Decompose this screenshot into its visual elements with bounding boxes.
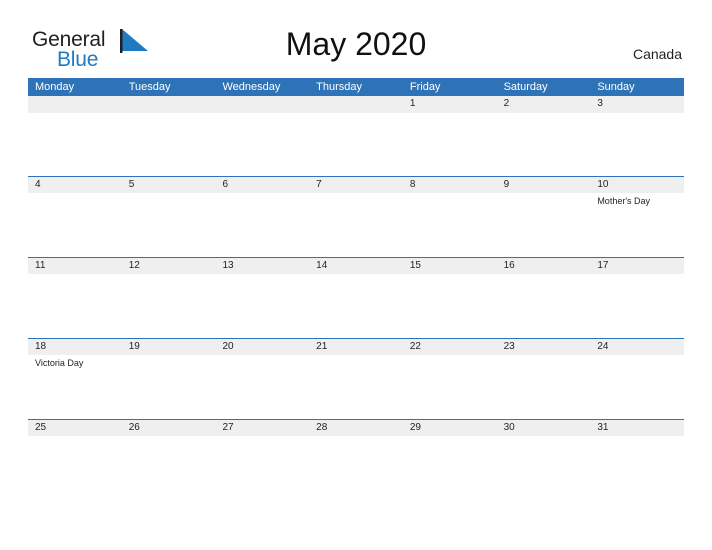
day-cell[interactable]: 11 bbox=[28, 257, 122, 338]
day-cell[interactable]: 18 Victoria Day bbox=[28, 338, 122, 419]
day-cell[interactable]: 30 bbox=[496, 419, 591, 500]
weekday-header-monday: Monday bbox=[35, 81, 75, 93]
weekday-header-tuesday: Tuesday bbox=[128, 81, 171, 93]
day-number: 23 bbox=[503, 341, 515, 352]
day-cell[interactable]: 7 bbox=[309, 176, 403, 257]
day-number: 14 bbox=[316, 260, 328, 271]
day-number: 5 bbox=[128, 179, 135, 190]
day-cell[interactable]: 24 bbox=[590, 338, 685, 419]
day-number: 8 bbox=[409, 179, 416, 190]
day-number: 1 bbox=[409, 98, 416, 109]
calendar-week-row: 1 2 3 bbox=[28, 96, 685, 176]
day-cell[interactable]: 25 bbox=[28, 419, 122, 500]
day-number: 6 bbox=[222, 179, 228, 190]
day-cell[interactable]: 19 bbox=[121, 338, 216, 419]
day-number: 25 bbox=[35, 422, 47, 433]
day-cell[interactable]: 17 bbox=[590, 257, 685, 338]
weekday-header-saturday: Saturday bbox=[503, 81, 548, 93]
day-number: 13 bbox=[222, 260, 234, 271]
page-title: May 2020 bbox=[285, 26, 427, 62]
day-number: 3 bbox=[597, 98, 603, 109]
day-cell[interactable]: 3 bbox=[590, 96, 685, 176]
day-number: 26 bbox=[128, 422, 140, 433]
day-cell[interactable]: 20 bbox=[215, 338, 310, 419]
day-cell[interactable]: 4 bbox=[28, 176, 122, 257]
day-cell[interactable]: 12 bbox=[121, 257, 216, 338]
weekday-header-row: Monday Tuesday Wednesday Thursday Friday… bbox=[28, 78, 684, 96]
day-number: 29 bbox=[409, 422, 421, 433]
day-cell[interactable]: 8 bbox=[402, 176, 497, 257]
day-cell[interactable]: 13 bbox=[215, 257, 310, 338]
day-number: 9 bbox=[503, 179, 510, 190]
day-number: 24 bbox=[597, 341, 609, 352]
day-cell[interactable]: 14 bbox=[309, 257, 403, 338]
day-cell[interactable]: 5 bbox=[121, 176, 216, 257]
day-number: 11 bbox=[35, 260, 46, 271]
calendar-page: General Blue May 2020 Canada Monday Tues… bbox=[0, 0, 712, 550]
day-number: 30 bbox=[503, 422, 515, 433]
day-cell[interactable]: 26 bbox=[121, 419, 216, 500]
weekday-header-friday: Friday bbox=[409, 81, 441, 93]
day-number: 17 bbox=[597, 260, 609, 271]
day-number: 10 bbox=[597, 179, 609, 190]
day-number: 16 bbox=[503, 260, 515, 271]
day-cell[interactable]: 23 bbox=[496, 338, 591, 419]
day-cell[interactable]: 29 bbox=[402, 419, 497, 500]
day-cell[interactable]: 2 bbox=[496, 96, 591, 176]
day-number: 27 bbox=[222, 422, 234, 433]
day-cell[interactable] bbox=[215, 96, 310, 176]
day-cell[interactable] bbox=[309, 96, 403, 176]
day-cell[interactable]: 15 bbox=[402, 257, 497, 338]
day-number: 2 bbox=[503, 98, 510, 109]
calendar-grid: Monday Tuesday Wednesday Thursday Friday… bbox=[28, 78, 685, 500]
day-cell[interactable]: 16 bbox=[496, 257, 591, 338]
day-cell[interactable]: 21 bbox=[309, 338, 403, 419]
calendar-week-row: 18 Victoria Day 19 20 21 22 23 24 bbox=[28, 338, 685, 419]
day-number: 21 bbox=[316, 341, 328, 352]
day-number: 18 bbox=[35, 341, 47, 352]
day-number: 31 bbox=[597, 422, 609, 433]
day-number: 28 bbox=[316, 422, 328, 433]
weekday-header-thursday: Thursday bbox=[316, 81, 363, 93]
page-header: General Blue May 2020 Canada bbox=[0, 0, 712, 78]
day-cell[interactable]: 31 bbox=[590, 419, 685, 500]
day-event: Mother's Day bbox=[597, 196, 651, 206]
day-number: 19 bbox=[128, 341, 140, 352]
day-cell[interactable] bbox=[28, 96, 122, 176]
weekday-header-sunday: Sunday bbox=[597, 81, 635, 93]
weekday-header-wednesday: Wednesday bbox=[222, 81, 281, 93]
day-cell[interactable]: 6 bbox=[215, 176, 310, 257]
day-cell[interactable]: 28 bbox=[309, 419, 403, 500]
day-number: 22 bbox=[409, 341, 421, 352]
day-cell[interactable]: 10 Mother's Day bbox=[590, 176, 685, 257]
day-cell[interactable]: 22 bbox=[402, 338, 497, 419]
day-cell[interactable] bbox=[121, 96, 216, 176]
calendar-week-row: 4 5 6 7 8 9 10 Mother's Day bbox=[28, 176, 685, 257]
day-number: 20 bbox=[222, 341, 234, 352]
day-cell[interactable]: 27 bbox=[215, 419, 310, 500]
day-cell[interactable]: 9 bbox=[496, 176, 591, 257]
day-number: 7 bbox=[316, 179, 322, 190]
day-number: 12 bbox=[128, 260, 140, 271]
day-event: Victoria Day bbox=[35, 358, 84, 368]
day-number: 4 bbox=[35, 179, 41, 190]
region-label: Canada bbox=[632, 46, 682, 62]
calendar-week-row: 25 26 27 28 29 30 31 bbox=[28, 419, 685, 500]
day-cell[interactable]: 1 bbox=[402, 96, 497, 176]
calendar-week-row: 11 12 13 14 15 16 17 bbox=[28, 257, 685, 338]
day-number: 15 bbox=[409, 260, 421, 271]
